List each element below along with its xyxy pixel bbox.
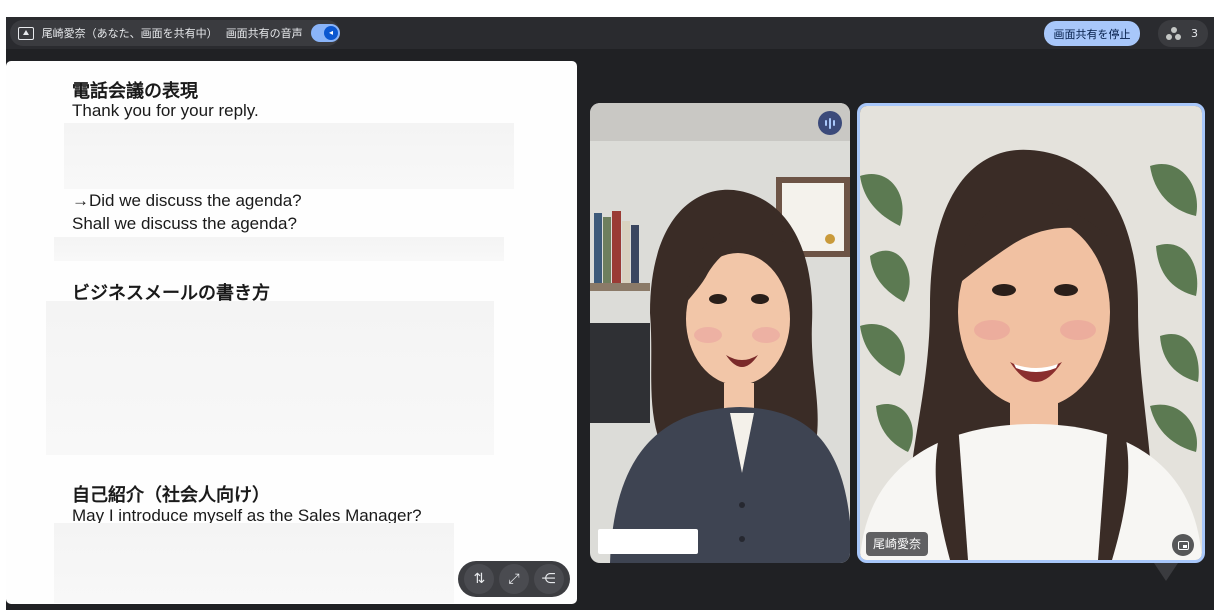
- speaker-icon: ◂: [324, 26, 338, 40]
- tile-pointer: [1154, 563, 1178, 581]
- share-icon[interactable]: ⋲: [533, 564, 564, 594]
- meeting-window: 尾崎愛奈（あなた、画面を共有中） 画面共有の音声 ◂ 画面共有を停止 3 電話会…: [6, 17, 1214, 610]
- top-bar: 尾崎愛奈（あなた、画面を共有中） 画面共有の音声 ◂ 画面共有を停止 3: [6, 17, 1214, 49]
- share-audio-label: 画面共有の音声: [225, 27, 303, 40]
- people-icon: [1166, 26, 1182, 41]
- doc-line: Shall we discuss the agenda?: [72, 214, 297, 233]
- blurred-content: [54, 237, 504, 261]
- screen-share-icon: [18, 26, 34, 40]
- participant-tile[interactable]: [590, 103, 850, 563]
- shared-screen[interactable]: 電話会議の表現 Thank you for your reply. →Did w…: [6, 61, 577, 604]
- share-audio-toggle[interactable]: ◂: [310, 24, 340, 42]
- screen-controls-toolbar: ⇅ ⤢ ⋲: [458, 561, 570, 597]
- self-view-tile[interactable]: 尾崎愛奈: [857, 103, 1205, 563]
- presenting-text: 尾崎愛奈（あなた、画面を共有中）: [41, 27, 218, 40]
- speaking-indicator-icon: [818, 111, 842, 135]
- presenting-indicator: 尾崎愛奈（あなた、画面を共有中） 画面共有の音声 ◂: [10, 20, 340, 46]
- swap-vertical-icon[interactable]: ⇅: [464, 564, 495, 594]
- participants-button[interactable]: 3: [1158, 20, 1208, 47]
- blurred-content: [46, 301, 494, 455]
- picture-in-picture-icon[interactable]: [1172, 534, 1194, 556]
- doc-line: →Did we discuss the agenda?: [72, 191, 302, 210]
- section-heading-self-intro: 自己紹介（社会人向け）: [72, 485, 270, 506]
- fullscreen-icon[interactable]: ⤢: [498, 564, 529, 594]
- participant-video: [590, 103, 850, 563]
- section-heading-conference-call: 電話会議の表現: [72, 81, 198, 102]
- blurred-content: [64, 123, 514, 189]
- blurred-content: [54, 523, 454, 603]
- doc-line: Thank you for your reply.: [72, 101, 259, 120]
- participant-count: 3: [1191, 27, 1198, 40]
- participant-name-tag: [598, 529, 698, 554]
- self-name-tag: 尾崎愛奈: [866, 532, 929, 556]
- self-video: [860, 106, 1202, 560]
- stop-sharing-button[interactable]: 画面共有を停止: [1044, 21, 1140, 46]
